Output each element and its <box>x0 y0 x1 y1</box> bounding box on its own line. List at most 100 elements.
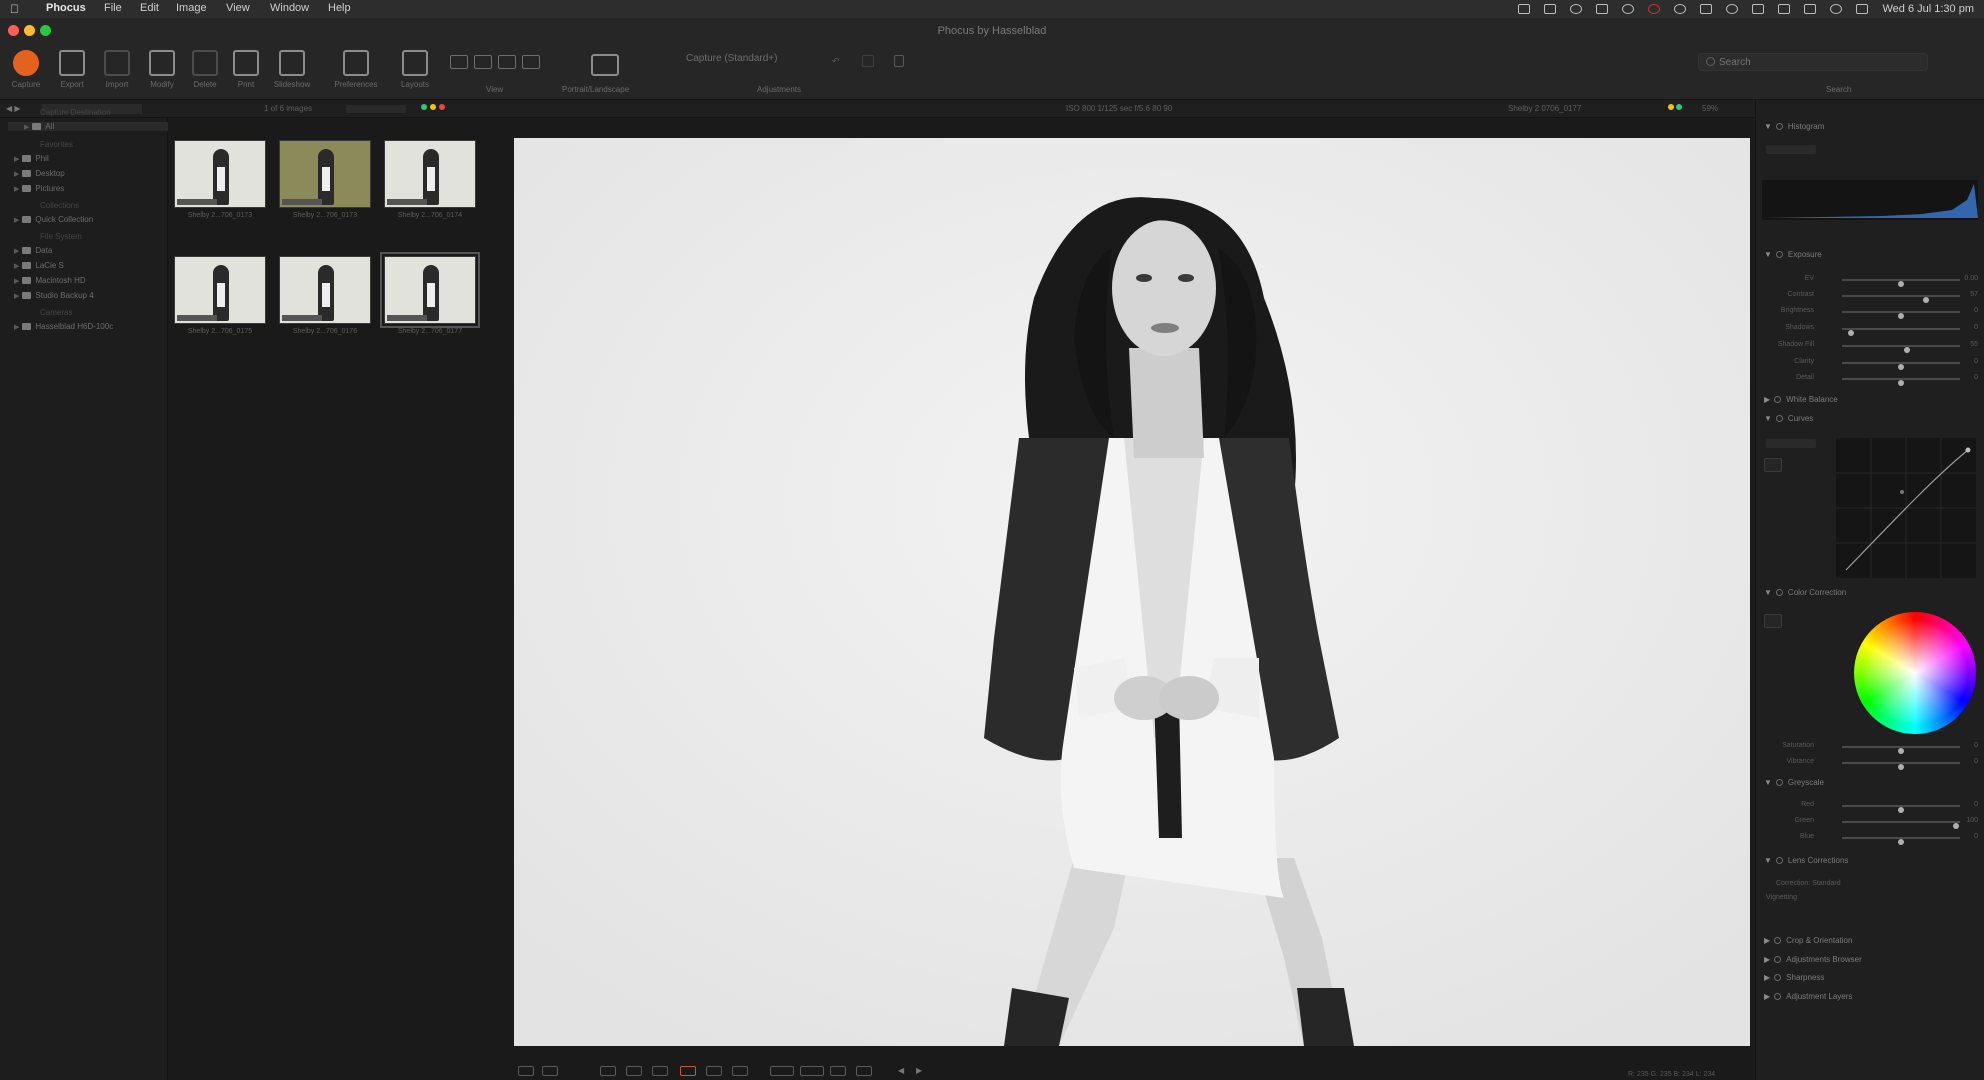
disclosure-triangle-icon[interactable]: ▶ <box>14 156 19 163</box>
slider-red[interactable]: Red 0 <box>1774 800 1978 813</box>
green-label-filter[interactable] <box>421 104 427 110</box>
slider-knob[interactable] <box>1898 764 1904 770</box>
view-browser-button[interactable] <box>474 55 492 69</box>
slider-track[interactable] <box>1842 821 1960 829</box>
slider-clarity[interactable]: Clarity 0 <box>1774 357 1978 370</box>
library-item[interactable]: ▶ All <box>8 122 168 131</box>
slider-shadows[interactable]: Shadows 0 <box>1774 323 1978 336</box>
curves-graph[interactable] <box>1836 438 1976 578</box>
search-input[interactable] <box>1698 53 1928 71</box>
section-power-icon[interactable] <box>1774 396 1782 403</box>
crop-tool-icon[interactable] <box>600 1066 616 1076</box>
capture-button[interactable]: Capture <box>4 48 48 89</box>
disclosure-triangle-icon[interactable]: ▶ <box>14 248 19 255</box>
view-full-button[interactable] <box>522 55 540 69</box>
section-power-icon[interactable] <box>1774 956 1782 963</box>
disclosure-open-icon[interactable]: ▼ <box>1764 856 1772 865</box>
section-power-icon[interactable] <box>1775 779 1783 786</box>
slider-value[interactable]: 0 <box>1974 833 1978 840</box>
slider-knob[interactable] <box>1952 823 1959 829</box>
color-tag-icon[interactable] <box>1676 104 1682 110</box>
wifi-icon[interactable] <box>1830 4 1843 14</box>
slider-value[interactable]: 0 <box>1974 307 1978 314</box>
slider-track[interactable] <box>1842 762 1960 770</box>
slider-value[interactable]: 0.00 <box>1964 275 1978 282</box>
slider-blue[interactable]: Blue 0 <box>1774 832 1978 845</box>
disclosure-triangle-icon[interactable]: ▶ <box>14 278 19 285</box>
slider-value[interactable]: 100 <box>1966 817 1978 824</box>
section-power-icon[interactable] <box>1775 123 1783 130</box>
slider-knob[interactable] <box>1922 297 1929 303</box>
histogram-channel-select[interactable] <box>1766 145 1816 154</box>
slider-saturation[interactable]: Saturation 0 <box>1774 741 1978 754</box>
record-icon[interactable] <box>1648 4 1661 14</box>
slider-detail[interactable]: Detail 0 <box>1774 373 1978 386</box>
slider-track[interactable] <box>1842 279 1960 287</box>
delete-button[interactable]: Delete <box>183 48 227 89</box>
portrait-landscape-button[interactable] <box>584 48 626 80</box>
print-button[interactable]: Print <box>224 48 268 89</box>
menu-edit[interactable]: Edit <box>140 2 159 14</box>
disclosure-triangle-icon[interactable]: ▶ <box>14 324 19 331</box>
section-power-icon[interactable] <box>1774 974 1782 981</box>
main-photo[interactable] <box>514 138 1750 1046</box>
menu-view[interactable]: View <box>226 2 250 14</box>
compare-icon[interactable] <box>862 55 874 67</box>
menu-window[interactable]: Window <box>270 2 309 14</box>
back-forward-arrows[interactable]: ◀ ▶ <box>6 104 21 113</box>
exposure-warning-icon[interactable] <box>856 1066 872 1076</box>
slider-value[interactable]: 55 <box>1970 341 1978 348</box>
view-viewer-button[interactable] <box>498 55 516 69</box>
library-item[interactable]: ▶ Quick Collection <box>14 215 93 224</box>
rating-dot-icon[interactable] <box>1668 104 1674 110</box>
slider-knob[interactable] <box>1903 347 1910 353</box>
section-header-greyscale[interactable]: ▼ Greyscale <box>1764 778 1824 787</box>
disclosure-closed-icon[interactable]: ▶ <box>1764 955 1770 964</box>
thumbnail[interactable] <box>279 140 371 208</box>
slider-value[interactable]: 57 <box>1970 291 1978 298</box>
slider-track[interactable] <box>1842 746 1960 754</box>
slider-brightness[interactable]: Brightness 0 <box>1774 306 1978 319</box>
airplay-icon[interactable] <box>1700 4 1713 14</box>
disclosure-closed-icon[interactable]: ▶ <box>1764 992 1770 1001</box>
section-power-icon[interactable] <box>1774 993 1782 1000</box>
disclosure-triangle-icon[interactable]: ▶ <box>14 217 19 224</box>
slider-vibrance[interactable]: Vibrance 0 <box>1774 757 1978 770</box>
disclosure-closed-icon[interactable]: ▶ <box>1764 973 1770 982</box>
curves-eyedropper-icon[interactable] <box>1764 458 1782 472</box>
control-center-icon[interactable] <box>1856 4 1869 14</box>
export-button[interactable]: Export <box>50 48 94 89</box>
disclosure-triangle-icon[interactable]: ▶ <box>14 171 19 178</box>
star-rating-filter[interactable] <box>346 105 406 113</box>
disclosure-triangle-icon[interactable]: ▶ <box>14 293 19 300</box>
menu-file[interactable]: File <box>104 2 122 14</box>
slider-value[interactable]: 0 <box>1974 801 1978 808</box>
section-header-exposure[interactable]: ▼ Exposure <box>1764 250 1822 259</box>
next-image-icon[interactable]: ▶ <box>916 1066 932 1076</box>
section-header-adjustment-layers[interactable]: ▶ Adjustment Layers <box>1764 992 1852 1001</box>
slider-track[interactable] <box>1842 837 1960 845</box>
import-button[interactable]: Import <box>95 48 139 89</box>
section-power-icon[interactable] <box>1775 589 1783 596</box>
apple-icon[interactable]:  <box>10 2 19 16</box>
display-icon[interactable] <box>1544 4 1557 14</box>
color-eyedropper-icon[interactable] <box>1764 614 1782 628</box>
section-header-adjustments-browser[interactable]: ▶ Adjustments Browser <box>1764 955 1862 964</box>
lens-correction-row[interactable]: Correction: Standard <box>1776 880 1841 887</box>
library-item[interactable]: ▶ LaCie S <box>14 261 64 270</box>
modify-button[interactable]: Modify <box>140 48 184 89</box>
library-item[interactable]: ▶ Phil <box>14 154 49 163</box>
moire-tool-icon[interactable] <box>732 1066 748 1076</box>
loupe-tool-icon[interactable] <box>770 1066 794 1076</box>
slider-value[interactable]: 0 <box>1974 374 1978 381</box>
library-item[interactable]: ▶ Studio Backup 4 <box>14 291 94 300</box>
disclosure-open-icon[interactable]: ▼ <box>1764 414 1772 423</box>
slider-track[interactable] <box>1842 345 1960 353</box>
slideshow-button[interactable]: Slideshow <box>270 48 314 89</box>
slider-knob[interactable] <box>1898 748 1904 754</box>
slider-value[interactable]: 0 <box>1974 742 1978 749</box>
section-header-color-correction[interactable]: ▼ Color Correction <box>1764 588 1846 597</box>
bluetooth-icon[interactable] <box>1778 4 1791 14</box>
disclosure-triangle-icon[interactable]: ▶ <box>14 263 19 270</box>
disclosure-open-icon[interactable]: ▼ <box>1764 588 1772 597</box>
